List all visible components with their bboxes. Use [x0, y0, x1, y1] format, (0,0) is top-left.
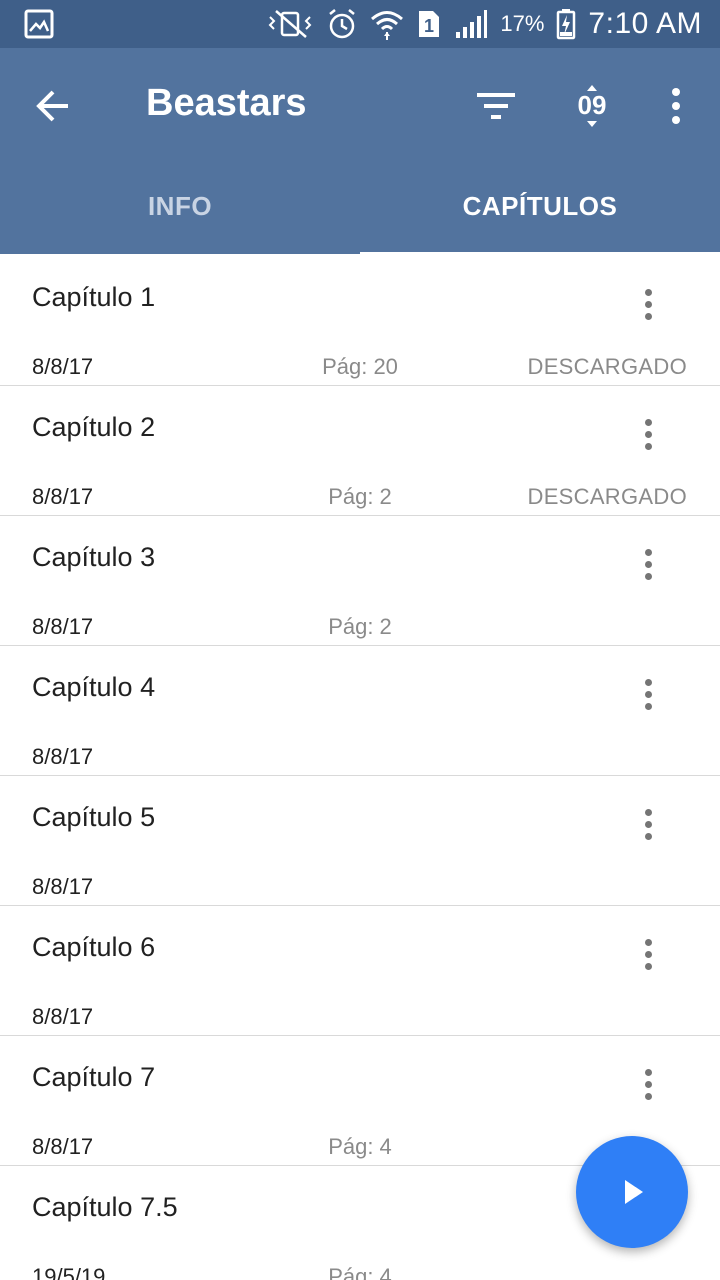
alarm-icon [326, 0, 358, 48]
tab-capitulos-label: CAPÍTULOS [462, 190, 618, 221]
chapter-page: Pág: 2 [328, 484, 392, 509]
chapter-page: Pág: 20 [322, 354, 398, 379]
battery-percent: 17% [500, 11, 545, 36]
chapter-date: 8/8/17 [32, 354, 94, 379]
chapter-page: Pág: 4 [328, 1264, 392, 1280]
more-vert-icon[interactable] [628, 410, 668, 458]
list-item[interactable]: Capítulo 3 8/8/17 Pág: 2 [0, 516, 720, 646]
chapter-title: Capítulo 4 [32, 672, 156, 702]
vibrate-icon [266, 0, 314, 48]
chapter-date: 8/8/17 [32, 484, 94, 509]
page-title: Beastars [146, 82, 307, 124]
more-vert-icon[interactable] [628, 670, 668, 718]
list-item[interactable]: Capítulo 6 8/8/17 [0, 906, 720, 1036]
sort-icon: 09 [578, 85, 607, 127]
list-item[interactable]: Capítulo 5 8/8/17 [0, 776, 720, 906]
chapter-title: Capítulo 3 [32, 542, 156, 572]
filter-button[interactable] [468, 78, 524, 134]
gallery-icon [24, 9, 54, 39]
chapter-date: 8/8/17 [32, 1134, 94, 1159]
continue-reading-button[interactable] [576, 1136, 688, 1248]
more-vert-icon[interactable] [628, 540, 668, 588]
list-item[interactable]: Capítulo 4 8/8/17 [0, 646, 720, 776]
chapter-list: Capítulo 1 8/8/17 Pág: 20 DESCARGADO Cap… [0, 256, 720, 1280]
list-item[interactable]: Capítulo 2 8/8/17 Pág: 2 DESCARGADO [0, 386, 720, 516]
tab-bar: INFO CAPÍTULOS [0, 158, 720, 256]
chapter-date: 19/5/19 [32, 1264, 106, 1280]
chapter-title: Capítulo 6 [32, 932, 156, 962]
chapter-date: 8/8/17 [32, 1004, 94, 1029]
more-vert-icon[interactable] [628, 930, 668, 978]
signal-icon [454, 0, 488, 48]
chapter-title: Capítulo 2 [32, 412, 156, 442]
back-button[interactable] [26, 78, 82, 134]
more-vert-icon[interactable] [628, 800, 668, 848]
chapter-title: Capítulo 5 [32, 802, 156, 832]
chapter-page: Pág: 4 [328, 1134, 392, 1159]
status-time: 7:10 AM [588, 7, 702, 40]
chapter-status: DESCARGADO [527, 354, 687, 379]
filter-icon [477, 93, 515, 119]
tab-info[interactable]: INFO [0, 158, 360, 254]
chapter-status: DESCARGADO [527, 484, 687, 509]
overflow-menu-button[interactable] [648, 78, 704, 134]
tab-capitulos[interactable]: CAPÍTULOS [360, 158, 720, 256]
sort-button[interactable]: 09 [564, 78, 620, 134]
status-bar: 1 17% 7:10 AM [0, 0, 720, 48]
chapter-date: 8/8/17 [32, 874, 94, 899]
sort-number: 09 [578, 90, 607, 120]
more-vert-icon[interactable] [628, 1060, 668, 1108]
chapter-title: Capítulo 1 [32, 282, 156, 312]
chapter-date: 8/8/17 [32, 744, 94, 769]
sim-icon: 1 [416, 0, 442, 48]
play-icon [625, 1180, 643, 1204]
chapter-page: Pág: 2 [328, 614, 392, 639]
app-bar: Beastars 09 [0, 48, 720, 158]
battery-icon [556, 0, 576, 48]
arrow-back-icon [36, 90, 68, 122]
more-vert-icon[interactable] [628, 280, 668, 328]
wifi-icon [370, 0, 404, 48]
chapter-title: Capítulo 7.5 [32, 1192, 178, 1222]
more-vert-icon [672, 88, 680, 124]
chapter-date: 8/8/17 [32, 614, 94, 639]
list-item[interactable]: Capítulo 1 8/8/17 Pág: 20 DESCARGADO [0, 256, 720, 386]
chapter-title: Capítulo 7 [32, 1062, 156, 1092]
svg-text:1: 1 [424, 16, 434, 36]
